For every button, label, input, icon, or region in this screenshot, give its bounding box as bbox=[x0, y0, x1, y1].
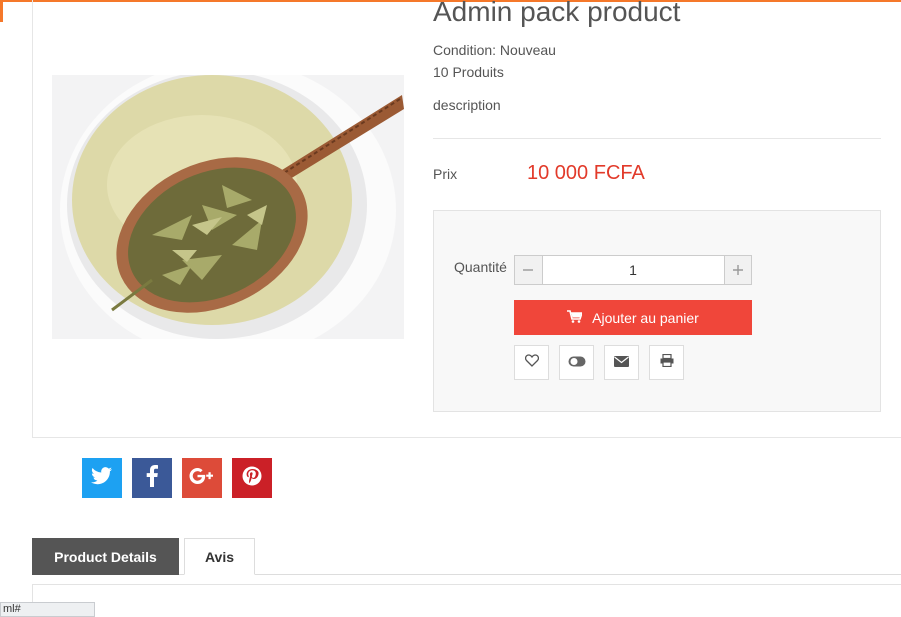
pinterest-share-button[interactable] bbox=[232, 458, 272, 498]
twitter-icon bbox=[91, 466, 113, 490]
toggle-icon bbox=[568, 354, 586, 372]
pinterest-icon bbox=[242, 466, 262, 491]
wishlist-button[interactable] bbox=[514, 345, 549, 380]
email-button[interactable] bbox=[604, 345, 639, 380]
tab-product-details[interactable]: Product Details bbox=[32, 538, 179, 575]
add-to-cart-box: Quantité Ajouter au panier bbox=[433, 210, 881, 412]
content-divider bbox=[32, 437, 901, 438]
price-value: 10 000 FCFA bbox=[527, 162, 645, 184]
twitter-share-button[interactable] bbox=[82, 458, 122, 498]
print-icon bbox=[660, 353, 674, 372]
google-plus-icon bbox=[189, 467, 215, 490]
quantity-stepper bbox=[514, 255, 752, 285]
quantity-label: Quantité bbox=[454, 259, 507, 275]
info-divider bbox=[433, 138, 881, 139]
add-to-cart-button[interactable]: Ajouter au panier bbox=[514, 300, 752, 335]
product-stock: 10 Produits bbox=[433, 64, 504, 80]
cart-icon bbox=[567, 309, 584, 326]
facebook-share-button[interactable] bbox=[132, 458, 172, 498]
google-plus-share-button[interactable] bbox=[182, 458, 222, 498]
envelope-icon bbox=[614, 354, 629, 372]
product-description: description bbox=[433, 97, 501, 113]
left-accent-mark bbox=[0, 2, 3, 22]
status-bar-url: ml# bbox=[0, 602, 95, 617]
tab-panel bbox=[32, 584, 901, 617]
price-label: Prix bbox=[433, 166, 458, 182]
minus-icon[interactable] bbox=[515, 256, 543, 284]
compare-button[interactable] bbox=[559, 345, 594, 380]
print-button[interactable] bbox=[649, 345, 684, 380]
facebook-icon bbox=[146, 464, 158, 492]
product-image[interactable] bbox=[52, 75, 404, 339]
heart-icon bbox=[524, 353, 539, 372]
tea-strainer-image bbox=[52, 75, 404, 339]
plus-icon[interactable] bbox=[723, 256, 751, 284]
quantity-input[interactable] bbox=[542, 256, 724, 284]
content-left-border bbox=[32, 0, 33, 438]
product-condition: Condition: Nouveau bbox=[433, 42, 556, 58]
product-title: Admin pack product bbox=[433, 0, 681, 27]
add-to-cart-label: Ajouter au panier bbox=[592, 309, 699, 326]
tab-avis[interactable]: Avis bbox=[184, 538, 255, 575]
